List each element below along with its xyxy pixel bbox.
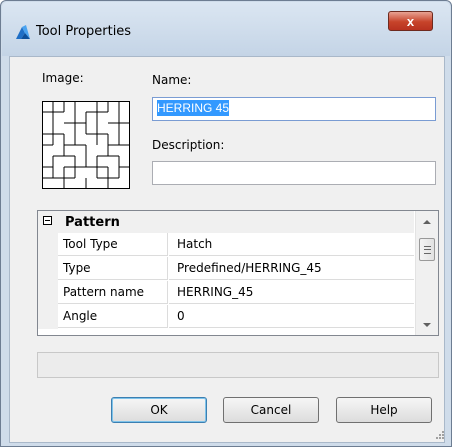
- app-logo-icon: [16, 25, 30, 39]
- property-row[interactable]: Type Predefined/HERRING_45: [38, 257, 414, 281]
- hatch-preview-image: [42, 101, 130, 189]
- ok-button[interactable]: OK: [111, 397, 207, 423]
- property-value[interactable]: Predefined/HERRING_45: [169, 257, 414, 280]
- property-value[interactable]: 0: [169, 305, 414, 328]
- property-description-panel: [37, 352, 439, 378]
- property-value[interactable]: Hatch: [169, 233, 414, 256]
- name-input[interactable]: HERRING 45: [152, 97, 436, 121]
- scrollbar-thumb[interactable]: [419, 238, 435, 261]
- description-input[interactable]: [152, 161, 436, 185]
- category-header-pattern[interactable]: Pattern: [38, 211, 414, 233]
- row-gutter: [38, 305, 58, 329]
- name-input-value: HERRING 45: [157, 100, 230, 116]
- name-label: Name:: [152, 73, 192, 87]
- collapse-icon[interactable]: [43, 216, 52, 225]
- property-name: Tool Type: [58, 233, 168, 256]
- property-name: Pattern name: [58, 281, 168, 304]
- close-button[interactable]: x: [388, 11, 433, 31]
- property-grid: Pattern Tool Type Hatch Type Predefined/…: [37, 210, 439, 336]
- property-value[interactable]: HERRING_45: [169, 281, 414, 304]
- row-gutter: [38, 233, 58, 257]
- dialog-body: Image: Name: HERRING 45 Description: Pat…: [9, 56, 445, 443]
- description-label: Description:: [152, 138, 225, 152]
- title-bar[interactable]: Tool Properties x: [2, 2, 450, 56]
- property-row[interactable]: Pattern name HERRING_45: [38, 281, 414, 305]
- row-gutter: [38, 257, 58, 281]
- resize-grip-icon[interactable]: [434, 429, 444, 439]
- property-row[interactable]: Angle 0: [38, 305, 414, 329]
- scroll-down-arrow-icon[interactable]: [423, 323, 431, 327]
- property-name: Angle: [58, 305, 168, 328]
- scroll-up-arrow-icon[interactable]: [423, 220, 431, 224]
- property-name: Type: [58, 257, 168, 280]
- vertical-scrollbar[interactable]: [415, 211, 438, 335]
- close-icon: x: [406, 13, 415, 29]
- dialog-window: Tool Properties x Image: Name: HERRING 4…: [0, 0, 452, 447]
- property-row[interactable]: Tool Type Hatch: [38, 233, 414, 257]
- cancel-button[interactable]: Cancel: [223, 397, 319, 423]
- image-label: Image:: [42, 71, 84, 85]
- help-button[interactable]: Help: [336, 397, 432, 423]
- category-label: Pattern: [65, 215, 120, 230]
- row-gutter: [38, 281, 58, 305]
- window-title: Tool Properties: [36, 24, 132, 39]
